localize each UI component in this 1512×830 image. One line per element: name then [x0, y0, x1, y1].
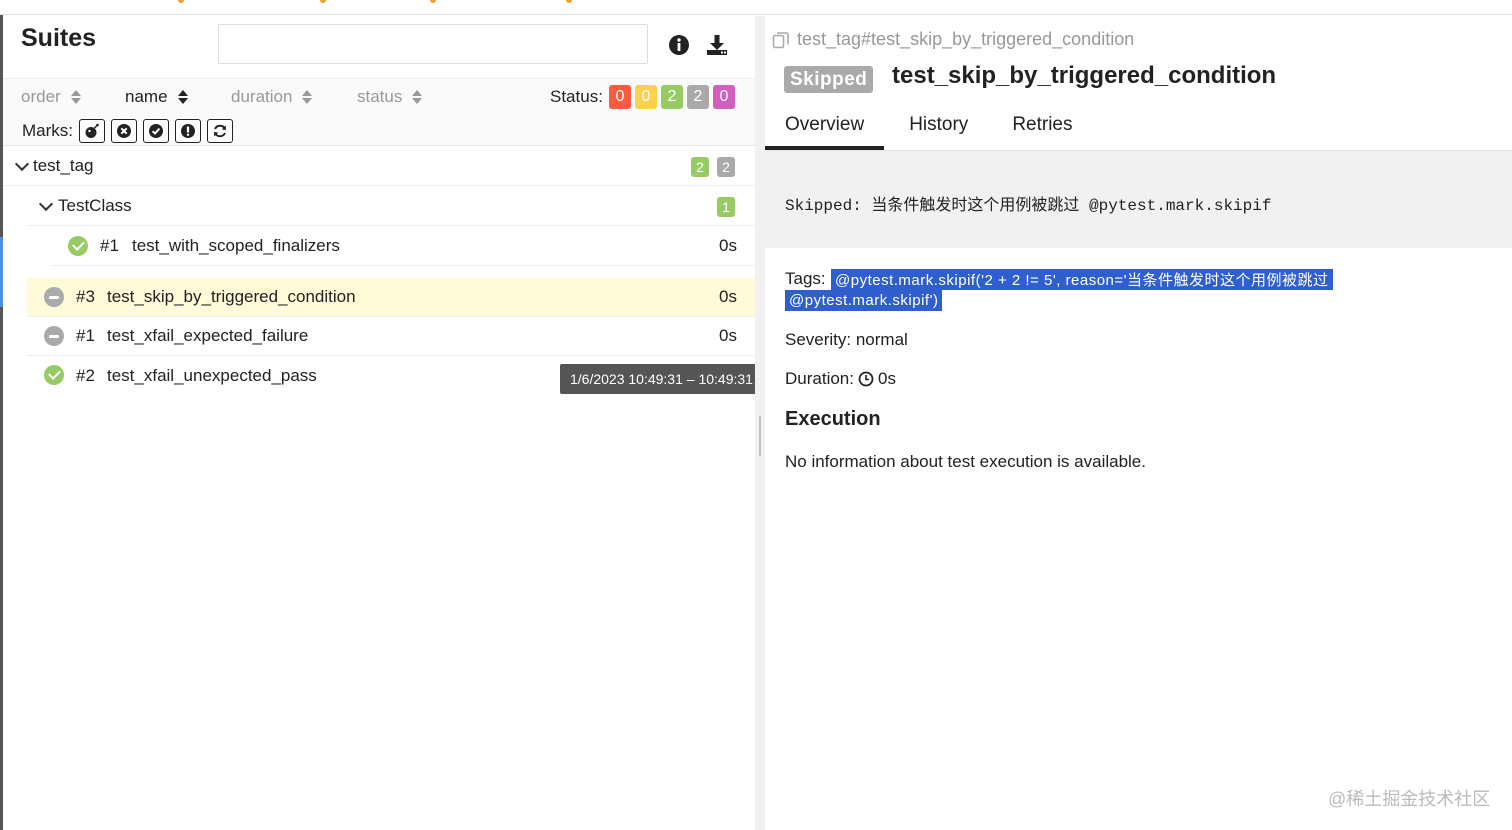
search-input[interactable] [218, 24, 648, 64]
sort-label: order [21, 87, 61, 106]
sort-label: name [125, 87, 168, 106]
close-circle-icon[interactable] [111, 119, 137, 143]
suites-panel: Suites order name duration status Status… [3, 16, 755, 830]
status-broken-toggle[interactable]: 0 [635, 85, 657, 109]
breadcrumb[interactable]: test_tag#test_skip_by_triggered_conditio… [771, 29, 1134, 50]
status-passed-toggle[interactable]: 2 [661, 85, 683, 109]
chevron-down-icon [38, 196, 54, 212]
test-order: #2 [76, 365, 95, 385]
sort-order[interactable]: order [21, 87, 81, 107]
tab-bar: Overview History Retries [765, 108, 1093, 150]
test-order: #1 [76, 326, 95, 345]
test-name: test_with_scoped_finalizers [132, 236, 340, 255]
tags-label: Tags: [785, 269, 826, 288]
test-duration: 0s [719, 326, 737, 345]
passed-status-icon [44, 365, 64, 385]
sort-arrows-icon [302, 90, 313, 104]
test-duration: 0s [719, 287, 737, 306]
status-unknown-toggle[interactable]: 0 [713, 85, 735, 109]
sort-name[interactable]: name [125, 87, 188, 107]
status-filter: 0 0 2 2 0 [609, 85, 735, 109]
tab-history[interactable]: History [884, 108, 988, 150]
watermark: @稀土掘金技术社区 [1328, 789, 1491, 809]
group-passed-count: 1 [717, 197, 735, 217]
test-order: #1 [100, 236, 119, 255]
test-name: test_skip_by_triggered_condition [107, 287, 356, 306]
clock-icon [858, 371, 874, 387]
exclamation-circle-icon[interactable] [175, 119, 201, 143]
marks-label: Marks: [22, 121, 73, 140]
status-message: Skipped: 当条件触发时这个用例被跳过 @pytest.mark.skip… [785, 197, 1272, 215]
status-filter-label: Status: [550, 87, 603, 106]
status-message-box: Skipped: 当条件触发时这个用例被跳过 @pytest.mark.skip… [765, 150, 1512, 248]
group-name: TestClass [58, 196, 132, 215]
duration-value: 0s [877, 369, 896, 388]
passed-status-icon [68, 236, 88, 256]
copy-icon [772, 31, 789, 48]
test-row-selected[interactable]: #3 test_skip_by_triggered_condition 0s [27, 278, 755, 317]
info-icon[interactable] [666, 32, 692, 58]
sort-bar: order name duration status Status: 0 0 2… [3, 78, 755, 146]
marks-filter [79, 119, 233, 143]
status-skipped-toggle[interactable]: 2 [687, 85, 709, 109]
duration: Duration: 0s [785, 369, 896, 389]
pane-splitter[interactable] [755, 16, 765, 830]
execution-heading: Execution [785, 408, 881, 430]
test-duration: 0s [719, 236, 737, 255]
group-name: test_tag [33, 156, 94, 175]
execution-text: No information about test execution is a… [785, 452, 1146, 471]
sort-status[interactable]: status [357, 87, 423, 107]
sort-arrows-icon [177, 90, 188, 104]
detail-panel: test_tag#test_skip_by_triggered_conditio… [765, 16, 1512, 830]
tree-group-testclass[interactable]: TestClass 1 [27, 187, 755, 226]
tag-value-line1: @pytest.mark.skipif('2 + 2 != 5', reason… [831, 269, 1333, 290]
breadcrumb-text: test_tag#test_skip_by_triggered_conditio… [797, 29, 1135, 49]
sort-arrows-icon [412, 90, 423, 104]
download-icon[interactable] [704, 32, 730, 58]
group-skipped-count: 2 [717, 157, 735, 177]
test-row[interactable]: #1 test_xfail_expected_failure 0s [27, 317, 755, 356]
status-badge: Skipped [784, 66, 874, 93]
refresh-icon[interactable] [207, 119, 233, 143]
severity: Severity: normal [785, 330, 908, 349]
chevron-down-icon [14, 156, 30, 172]
time-tooltip: 1/6/2023 10:49:31 – 10:49:31 [560, 364, 772, 394]
test-row[interactable]: #1 test_with_scoped_finalizers 0s [51, 227, 755, 266]
sort-label: status [357, 87, 403, 106]
test-order: #3 [76, 287, 95, 306]
test-name: test_xfail_expected_failure [107, 326, 309, 345]
bomb-icon[interactable] [79, 119, 105, 143]
tab-retries[interactable]: Retries [988, 108, 1092, 150]
tag-value-line2: @pytest.mark.skipif') [785, 290, 943, 311]
panel-title: Suites [21, 24, 97, 52]
group-passed-count: 2 [691, 157, 709, 177]
status-failed-toggle[interactable]: 0 [609, 85, 631, 109]
sort-arrows-icon [70, 90, 81, 104]
sort-label: duration [231, 87, 293, 106]
tab-overview[interactable]: Overview [765, 108, 885, 150]
duration-label: Duration: [785, 369, 854, 388]
check-circle-icon[interactable] [143, 119, 169, 143]
tree-group-test-tag[interactable]: test_tag 2 2 [3, 147, 755, 186]
skipped-status-icon [44, 326, 64, 346]
top-strip [0, 0, 1512, 15]
sort-duration[interactable]: duration [231, 87, 313, 107]
test-name: test_xfail_unexpected_pass [107, 365, 317, 385]
page-title: test_skip_by_triggered_condition [892, 62, 1277, 89]
skipped-status-icon [44, 287, 64, 307]
